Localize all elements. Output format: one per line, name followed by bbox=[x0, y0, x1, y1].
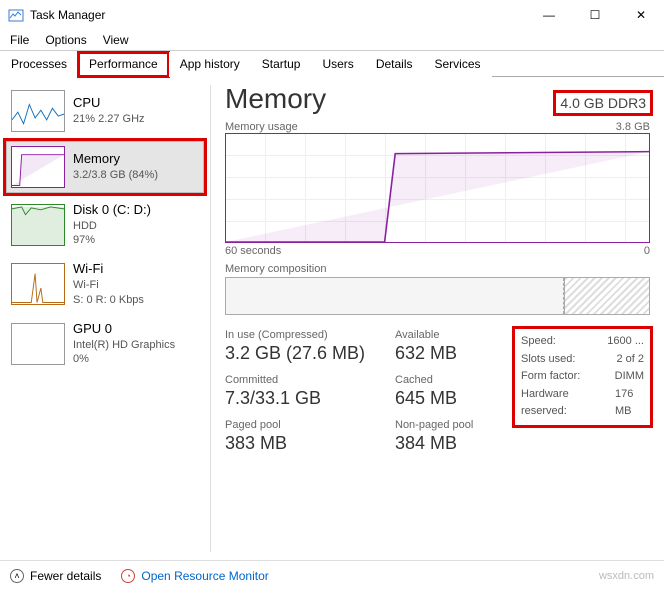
footer-bar: ˄ Fewer details ◔ Open Resource Monitor … bbox=[0, 560, 664, 590]
cached-value: 645 MB bbox=[395, 388, 495, 409]
hwres-label: Hardware reserved: bbox=[521, 386, 595, 421]
sidebar-wifi-sub: Wi-Fi bbox=[73, 278, 144, 292]
close-button[interactable]: ✕ bbox=[618, 0, 664, 30]
paged-label: Paged pool bbox=[225, 419, 375, 431]
cached-label: Cached bbox=[395, 374, 495, 386]
axis-right: 0 bbox=[644, 245, 650, 257]
gpu-thumb-chart bbox=[11, 323, 65, 365]
available-label: Available bbox=[395, 329, 495, 341]
sidebar-gpu-title: GPU 0 bbox=[73, 321, 175, 338]
memory-details-box: Speed: 1600 ... Slots used: 2 of 2 Form fa… bbox=[515, 329, 650, 425]
hwres-value: 176 MB bbox=[615, 386, 644, 421]
speed-value: 1600 ... bbox=[607, 333, 644, 351]
available-value: 632 MB bbox=[395, 343, 495, 364]
sidebar-cpu-title: CPU bbox=[73, 95, 145, 112]
disk-thumb-chart bbox=[11, 204, 65, 246]
tab-app-history[interactable]: App history bbox=[169, 52, 251, 77]
sidebar-item-wifi[interactable]: Wi-Fi Wi-Fi S: 0 R: 0 Kbps bbox=[6, 256, 204, 311]
sidebar-wifi-sub2: S: 0 R: 0 Kbps bbox=[73, 293, 144, 307]
sidebar-disk-sub2: 97% bbox=[73, 233, 151, 247]
sidebar-gpu-sub2: 0% bbox=[73, 352, 175, 366]
minimize-button[interactable]: — bbox=[526, 0, 572, 30]
form-label: Form factor: bbox=[521, 368, 580, 386]
maximize-button[interactable]: ☐ bbox=[572, 0, 618, 30]
memory-composition-bar bbox=[225, 277, 650, 315]
memory-usage-chart bbox=[225, 133, 650, 243]
window-titlebar: Task Manager — ☐ ✕ bbox=[0, 0, 664, 30]
committed-value: 7.3/33.1 GB bbox=[225, 388, 375, 409]
nonpaged-label: Non-paged pool bbox=[395, 419, 495, 431]
cpu-thumb-chart bbox=[11, 90, 65, 132]
tab-processes[interactable]: Processes bbox=[0, 52, 78, 77]
memory-capacity: 4.0 GB DDR3 bbox=[556, 93, 650, 113]
composition-label: Memory composition bbox=[225, 263, 650, 275]
wifi-thumb-chart bbox=[11, 263, 65, 305]
main-panel: Memory 4.0 GB DDR3 Memory usage 3.8 GB 6… bbox=[211, 77, 664, 560]
memory-thumb-chart bbox=[11, 146, 65, 188]
fewer-details-link[interactable]: Fewer details bbox=[30, 569, 101, 583]
sidebar-item-gpu[interactable]: GPU 0 Intel(R) HD Graphics 0% bbox=[6, 316, 204, 371]
sidebar-memory-title: Memory bbox=[73, 151, 158, 168]
sidebar-gpu-sub: Intel(R) HD Graphics bbox=[73, 338, 175, 352]
sidebar-item-cpu[interactable]: CPU 21% 2.27 GHz bbox=[6, 85, 204, 137]
tab-details[interactable]: Details bbox=[365, 52, 424, 77]
chevron-up-icon[interactable]: ˄ bbox=[10, 569, 24, 583]
main-title: Memory bbox=[225, 83, 326, 115]
tab-startup[interactable]: Startup bbox=[251, 52, 312, 77]
sidebar-disk-sub: HDD bbox=[73, 219, 151, 233]
menu-options[interactable]: Options bbox=[45, 33, 86, 47]
composition-other-segment bbox=[564, 278, 649, 314]
slots-value: 2 of 2 bbox=[616, 351, 644, 369]
axis-left: 60 seconds bbox=[225, 245, 281, 257]
usage-label: Memory usage bbox=[225, 121, 298, 133]
tab-services[interactable]: Services bbox=[424, 52, 492, 77]
resource-monitor-icon[interactable]: ◔ bbox=[121, 569, 135, 583]
performance-sidebar: CPU 21% 2.27 GHz Memory 3.2/3.8 GB (84%)… bbox=[0, 77, 210, 560]
composition-inuse-segment bbox=[226, 278, 564, 314]
task-manager-icon bbox=[8, 7, 24, 23]
sidebar-disk-title: Disk 0 (C: D:) bbox=[73, 202, 151, 219]
sidebar-cpu-sub: 21% 2.27 GHz bbox=[73, 112, 145, 126]
sidebar-wifi-title: Wi-Fi bbox=[73, 261, 144, 278]
usage-max: 3.8 GB bbox=[616, 121, 650, 133]
slots-label: Slots used: bbox=[521, 351, 575, 369]
nonpaged-value: 384 MB bbox=[395, 433, 495, 454]
open-resource-monitor-link[interactable]: Open Resource Monitor bbox=[141, 569, 268, 583]
speed-label: Speed: bbox=[521, 333, 556, 351]
form-value: DIMM bbox=[615, 368, 644, 386]
sidebar-item-memory[interactable]: Memory 3.2/3.8 GB (84%) bbox=[6, 141, 204, 193]
inuse-label: In use (Compressed) bbox=[225, 329, 375, 341]
paged-value: 383 MB bbox=[225, 433, 375, 454]
tab-performance[interactable]: Performance bbox=[78, 52, 169, 77]
sidebar-memory-sub: 3.2/3.8 GB (84%) bbox=[73, 168, 158, 182]
menu-view[interactable]: View bbox=[103, 33, 129, 47]
committed-label: Committed bbox=[225, 374, 375, 386]
watermark: wsxdn.com bbox=[599, 570, 654, 582]
sidebar-item-disk[interactable]: Disk 0 (C: D:) HDD 97% bbox=[6, 197, 204, 252]
menubar: File Options View bbox=[0, 30, 664, 50]
tab-bar: Processes Performance App history Startu… bbox=[0, 50, 664, 76]
window-title: Task Manager bbox=[30, 8, 105, 22]
menu-file[interactable]: File bbox=[10, 33, 29, 47]
inuse-value: 3.2 GB (27.6 MB) bbox=[225, 343, 375, 364]
tab-users[interactable]: Users bbox=[311, 52, 364, 77]
